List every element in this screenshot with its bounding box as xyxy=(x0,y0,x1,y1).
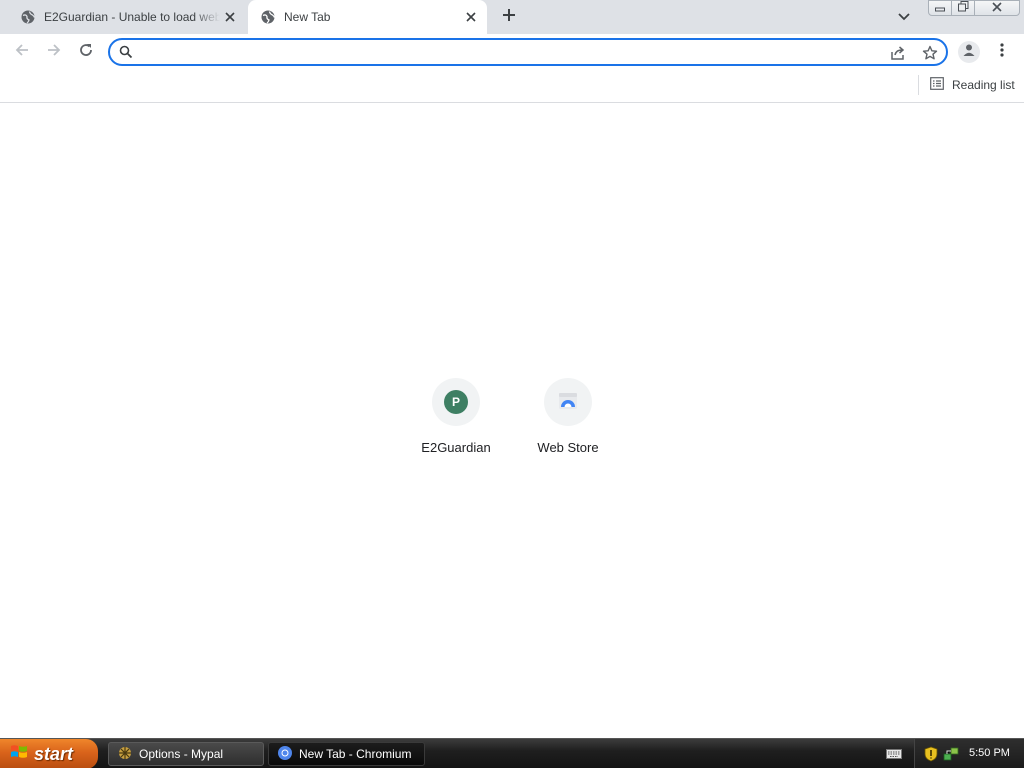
taskbar-item-label: New Tab - Chromium xyxy=(299,747,412,761)
globe-icon xyxy=(20,9,36,25)
bookmarks-bar: Reading list xyxy=(0,70,1024,103)
network-icon[interactable] xyxy=(943,746,959,762)
avatar-icon xyxy=(962,43,976,62)
reload-icon xyxy=(78,42,94,63)
tab-search-button[interactable] xyxy=(894,8,914,26)
globe-icon xyxy=(260,9,276,25)
shortcut-icon-bubble: P xyxy=(432,378,480,426)
share-icon[interactable] xyxy=(889,44,907,62)
keyboard-icon[interactable] xyxy=(886,747,902,761)
address-bar[interactable] xyxy=(108,38,948,66)
web-store-icon xyxy=(556,388,580,417)
bookmark-star-icon[interactable] xyxy=(921,44,939,62)
taskbar-item-mypal[interactable]: Options - Mypal xyxy=(108,742,264,766)
close-window-button[interactable] xyxy=(974,0,1020,16)
toolbar xyxy=(0,34,1024,70)
profile-button[interactable] xyxy=(958,41,980,63)
arrow-right-icon xyxy=(46,42,62,63)
chevron-down-icon xyxy=(898,8,910,26)
tab-title: New Tab xyxy=(284,10,331,24)
menu-button[interactable] xyxy=(994,42,1010,62)
tab-e2guardian[interactable]: E2Guardian - Unable to load website xyxy=(8,0,246,34)
tab-close-icon[interactable] xyxy=(222,9,238,25)
windows-logo-icon xyxy=(10,743,28,766)
system-tray: 5:50 PM xyxy=(914,739,1024,768)
reading-list-label: Reading list xyxy=(952,78,1015,92)
reading-list-button[interactable]: Reading list xyxy=(926,74,1019,96)
clock: 5:50 PM xyxy=(969,747,1010,759)
tab-close-icon[interactable] xyxy=(463,9,479,25)
arrow-left-icon xyxy=(14,42,30,63)
taskbar-item-label: Options - Mypal xyxy=(139,747,224,761)
tab-title: E2Guardian - Unable to load website xyxy=(44,10,220,24)
shortcut-icon-bubble xyxy=(544,378,592,426)
plus-icon xyxy=(502,8,516,27)
minimize-icon xyxy=(935,0,945,17)
shortcut-e2guardian[interactable]: P E2Guardian xyxy=(400,372,512,460)
shortcut-label: E2Guardian xyxy=(421,440,491,455)
address-input[interactable] xyxy=(142,43,872,61)
taskbar-item-chromium[interactable]: New Tab - Chromium xyxy=(268,742,425,766)
chromium-icon xyxy=(277,745,293,764)
close-icon xyxy=(992,0,1002,17)
shortcut-web-store[interactable]: Web Store xyxy=(512,372,624,460)
p-letter-icon: P xyxy=(444,390,468,414)
security-shield-icon[interactable] xyxy=(923,746,939,762)
minimize-button[interactable] xyxy=(928,0,952,16)
tab-strip: E2Guardian - Unable to load website New … xyxy=(0,0,1024,34)
forward-button[interactable] xyxy=(42,40,66,64)
tab-new-tab[interactable]: New Tab xyxy=(248,0,487,34)
new-tab-button[interactable] xyxy=(498,6,520,28)
screen: E2Guardian - Unable to load website New … xyxy=(0,0,1024,768)
kebab-menu-icon xyxy=(1000,42,1004,62)
reload-button[interactable] xyxy=(74,40,98,64)
bookmarks-separator xyxy=(918,75,919,95)
search-icon xyxy=(119,45,133,59)
restore-button[interactable] xyxy=(951,0,975,16)
reading-list-icon xyxy=(930,77,944,93)
start-button[interactable]: start xyxy=(0,739,98,768)
new-tab-page: P E2Guardian Web Store xyxy=(0,104,1024,738)
mypal-icon xyxy=(117,745,133,764)
shortcut-label: Web Store xyxy=(537,440,599,455)
restore-icon xyxy=(957,0,969,17)
back-button[interactable] xyxy=(10,40,34,64)
start-label: start xyxy=(34,743,74,764)
taskbar: start Options - Mypal New Tab - Chromium xyxy=(0,738,1024,768)
